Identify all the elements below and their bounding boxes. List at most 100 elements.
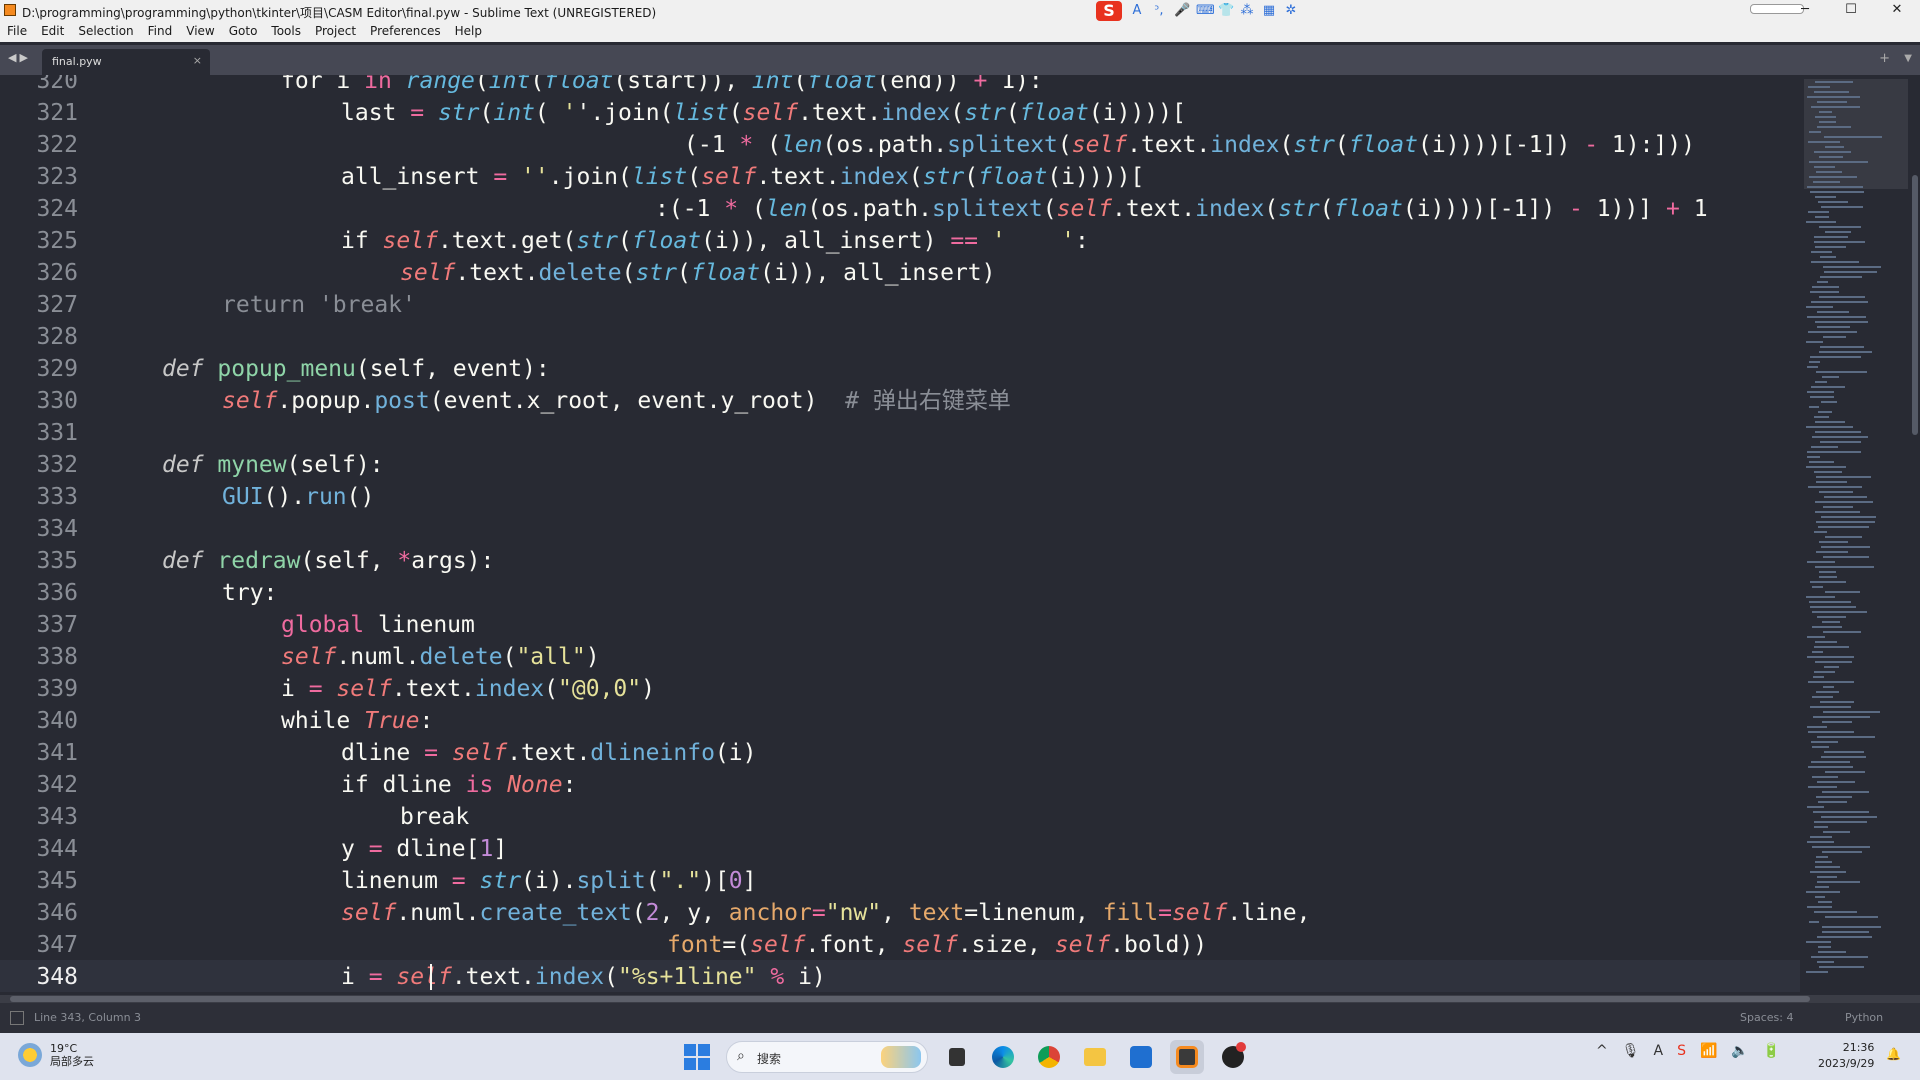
line-number-gutter: 320 321 322 323 324 325 326 327 328 329 … xyxy=(0,75,100,995)
minimap-line xyxy=(1806,971,1828,973)
sogou-tray-icon[interactable]: S xyxy=(1677,1043,1686,1059)
line-number: 326 xyxy=(36,260,78,286)
folder-icon[interactable] xyxy=(1078,1040,1112,1074)
new-tab-icon[interactable]: + xyxy=(1879,51,1890,66)
minimap-line xyxy=(1808,331,1857,333)
indentation-setting[interactable]: Spaces: 4 xyxy=(1740,1011,1793,1024)
task-view-icon[interactable] xyxy=(940,1040,974,1074)
minimap-line xyxy=(1817,616,1846,618)
panel-toggle-icon[interactable] xyxy=(10,1011,24,1025)
code-line: def popup_menu(self, event): xyxy=(162,356,550,382)
code-line: dline = self.text.dlineinfo(i) xyxy=(341,740,757,766)
menu-preferences[interactable]: Preferences xyxy=(363,22,448,42)
maximize-button[interactable]: ☐ xyxy=(1828,0,1874,22)
minimap-line xyxy=(1814,911,1857,913)
minimap-line xyxy=(1815,321,1868,323)
tab-final-pyw[interactable]: final.pyw × xyxy=(42,49,210,75)
minimap-line xyxy=(1815,116,1836,118)
syntax-setting[interactable]: Python xyxy=(1845,1011,1883,1024)
clock-time: 21:36 xyxy=(1842,1041,1875,1054)
minimap-line xyxy=(1808,141,1840,143)
minimap[interactable] xyxy=(1800,75,1920,995)
minimap-line xyxy=(1821,756,1866,758)
sublime-app-icon xyxy=(4,4,16,16)
vertical-scrollbar[interactable] xyxy=(1912,175,1918,435)
ime-mode-icon[interactable]: A xyxy=(1654,1043,1664,1059)
microphone-icon[interactable]: 🎙 xyxy=(1622,1043,1640,1059)
edge-icon[interactable] xyxy=(986,1040,1020,1074)
ime-punct-icon[interactable]: ᵓ, xyxy=(1152,4,1166,18)
horizontal-scrollbar-thumb[interactable] xyxy=(10,996,1810,1002)
ime-skin-icon[interactable]: 👕 xyxy=(1218,4,1234,18)
tab-nav-arrows-icon[interactable]: ◀▶ xyxy=(8,51,31,64)
menu-tools[interactable]: Tools xyxy=(264,22,308,42)
line-number: 341 xyxy=(36,740,78,766)
minimap-line xyxy=(1809,361,1820,363)
minimize-button[interactable]: ─ xyxy=(1782,0,1828,22)
ime-keyboard-icon[interactable]: ⌨ xyxy=(1196,4,1215,18)
line-number: 327 xyxy=(36,292,78,318)
menu-project[interactable]: Project xyxy=(308,22,363,42)
minimap-line xyxy=(1811,261,1859,263)
wifi-icon[interactable]: 📶 xyxy=(1700,1043,1717,1059)
cursor-position[interactable]: Line 343, Column 3 xyxy=(34,1011,141,1024)
minimap-line xyxy=(1822,931,1869,933)
python-icon[interactable] xyxy=(1216,1040,1250,1074)
minimap-line xyxy=(1824,136,1882,138)
minimap-line xyxy=(1823,266,1881,268)
minimap-line xyxy=(1810,191,1864,193)
code-line: self.numl.delete("all") xyxy=(281,644,600,670)
ime-game-icon[interactable]: ⁂ xyxy=(1240,4,1254,18)
menu-goto[interactable]: Goto xyxy=(222,22,265,42)
close-button[interactable]: ✕ xyxy=(1874,0,1920,22)
minimap-line xyxy=(1819,491,1853,493)
menu-selection[interactable]: Selection xyxy=(71,22,140,42)
horizontal-scrollbar[interactable] xyxy=(0,995,1920,1003)
minimap-line xyxy=(1816,476,1871,478)
sublime-icon[interactable] xyxy=(1170,1040,1204,1074)
start-button[interactable] xyxy=(680,1040,714,1074)
volume-icon[interactable]: 🔈 xyxy=(1731,1043,1748,1059)
notification-bell-icon[interactable]: 🔔 xyxy=(1886,1047,1901,1061)
tab-close-icon[interactable]: × xyxy=(193,54,202,67)
code-editor[interactable]: 320 321 322 323 324 325 326 327 328 329 … xyxy=(0,75,1800,995)
weather-desc: 局部多云 xyxy=(50,1055,94,1068)
minimap-line xyxy=(1822,621,1840,623)
ime-font-icon[interactable]: A xyxy=(1130,4,1144,18)
weather-widget[interactable]: 19°C 局部多云 xyxy=(18,1042,94,1068)
minimap-line xyxy=(1815,866,1840,868)
code-line: last = str(int( ''.join(list(self.text.i… xyxy=(341,100,1186,126)
battery-icon[interactable]: 🔋 xyxy=(1763,1043,1780,1059)
line-number: 322 xyxy=(36,132,78,158)
minimap-line xyxy=(1817,936,1872,938)
line-number: 345 xyxy=(36,868,78,894)
minimap-line xyxy=(1815,381,1827,383)
tab-list-dropdown-icon[interactable]: ▼ xyxy=(1904,53,1912,64)
sogou-logo-icon[interactable]: S xyxy=(1096,1,1122,21)
store-icon[interactable] xyxy=(1124,1040,1158,1074)
minimap-line xyxy=(1817,101,1847,103)
menu-find[interactable]: Find xyxy=(141,22,180,42)
minimap-line xyxy=(1813,181,1840,183)
minimap-line xyxy=(1811,446,1838,448)
menu-file[interactable]: File xyxy=(0,22,34,42)
clock[interactable]: 21:36 2023/9/29 xyxy=(1818,1040,1874,1072)
minimap-line xyxy=(1813,716,1870,718)
menu-edit[interactable]: Edit xyxy=(34,22,71,42)
menu-help[interactable]: Help xyxy=(448,22,489,42)
code-line: self.text.delete(str(float(i)), all_inse… xyxy=(400,260,996,286)
tray-overflow-icon[interactable]: ^ xyxy=(1596,1043,1608,1059)
minimap-line xyxy=(1824,496,1867,498)
ime-mic-icon[interactable]: 🎤 xyxy=(1174,4,1190,18)
minimap-line xyxy=(1820,276,1862,278)
ime-settings-icon[interactable]: ✲ xyxy=(1284,4,1298,18)
minimap-line xyxy=(1817,281,1828,283)
ime-apps-icon[interactable]: ▦ xyxy=(1262,4,1276,18)
chrome-icon[interactable] xyxy=(1032,1040,1066,1074)
minimap-line xyxy=(1825,231,1851,233)
minimap-line xyxy=(1819,576,1837,578)
taskbar-search[interactable]: ⌕ 搜索 xyxy=(726,1041,928,1073)
menu-view[interactable]: View xyxy=(179,22,221,42)
minimap-line xyxy=(1815,421,1845,423)
code-line: i = self.text.index("@0,0") xyxy=(281,676,655,702)
